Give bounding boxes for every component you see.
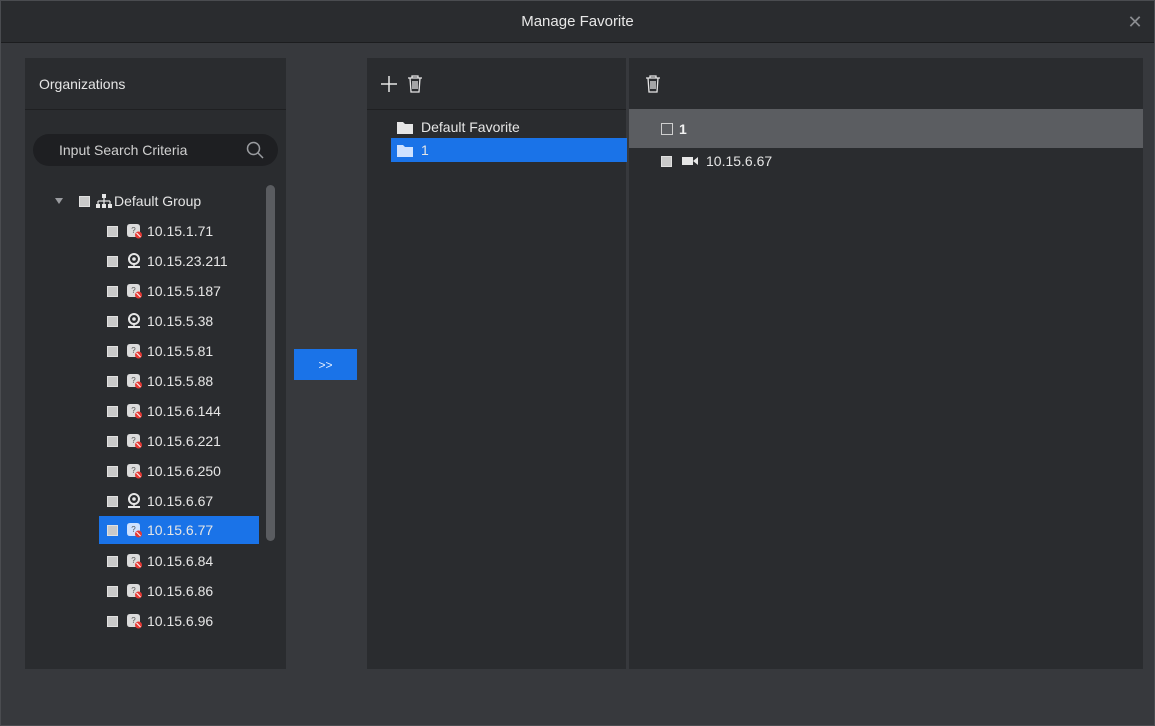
camera-offline-icon: ?: [127, 284, 142, 299]
group-label: 1: [679, 120, 687, 137]
webcam-icon: [128, 493, 140, 508]
tree-label: 10.15.5.38: [147, 313, 214, 329]
tree-label: 10.15.6.96: [147, 613, 214, 629]
add-to-favorite-button[interactable]: >>: [294, 349, 357, 380]
search-input[interactable]: [59, 142, 244, 158]
favorite-group-row[interactable]: 1: [629, 109, 1143, 148]
tree-device-row[interactable]: ? 10.15.1.71: [107, 217, 213, 245]
trash-icon[interactable]: [405, 74, 425, 94]
checkbox[interactable]: [107, 435, 118, 447]
favorite-item-1[interactable]: 1: [391, 138, 627, 162]
favorite-contents-panel: 1 10.15.6.67: [629, 58, 1143, 669]
checkbox[interactable]: [661, 155, 672, 167]
tree-device-row[interactable]: ? 10.15.6.86: [107, 577, 213, 605]
tree-scrollbar[interactable]: [266, 185, 275, 669]
close-icon[interactable]: ✕: [1126, 13, 1144, 31]
tree-device-row[interactable]: 10.15.6.67: [107, 487, 213, 515]
webcam-icon: [128, 313, 140, 328]
tree-label: 10.15.6.84: [147, 553, 214, 569]
tree-label: 10.15.6.221: [147, 433, 221, 449]
camera-offline-icon: ?: [127, 434, 142, 449]
checkbox[interactable]: [107, 615, 118, 627]
checkbox[interactable]: [107, 255, 118, 267]
tree-device-row[interactable]: ? 10.15.5.88: [107, 367, 213, 395]
device-label: 10.15.6.67: [706, 153, 773, 169]
favorite-label: Default Favorite: [421, 119, 520, 135]
checkbox[interactable]: [661, 122, 673, 135]
tree-device-row[interactable]: 10.15.23.211: [107, 247, 228, 275]
favorite-label: 1: [421, 142, 429, 158]
tree-label: 10.15.1.71: [147, 223, 214, 239]
tree-device-row[interactable]: ? 10.15.6.84: [107, 547, 213, 575]
manage-favorite-dialog: Manage Favorite ✕ Organizations Input Se…: [0, 0, 1155, 726]
tree-device-row[interactable]: 10.15.5.38: [107, 307, 213, 335]
tree-label: 10.15.23.211: [147, 253, 228, 269]
camera-offline-icon: ?: [127, 554, 142, 569]
tree-device-row[interactable]: ? 10.15.5.187: [107, 277, 221, 305]
tree-device-row[interactable]: ? 10.15.6.250: [107, 457, 221, 485]
tree-label: 10.15.5.88: [147, 373, 214, 389]
camera-offline-icon: ?: [127, 523, 142, 538]
title-bar: Manage Favorite ✕: [1, 1, 1154, 43]
checkbox[interactable]: [107, 225, 118, 237]
plus-icon[interactable]: [379, 74, 399, 94]
tree-root-default-group[interactable]: Default Group: [55, 187, 201, 215]
camera-offline-icon: ?: [127, 404, 142, 419]
checkbox[interactable]: [107, 345, 118, 357]
camera-offline-icon: ?: [127, 224, 142, 239]
search-icon[interactable]: [246, 141, 264, 159]
checkbox[interactable]: [107, 405, 118, 417]
video-camera-icon: [682, 157, 698, 165]
dialog-title: Manage Favorite: [521, 13, 634, 30]
camera-offline-icon: ?: [127, 464, 142, 479]
tree-label: 10.15.5.187: [147, 283, 221, 299]
camera-offline-icon: ?: [127, 344, 142, 359]
tree-label: 10.15.6.86: [147, 583, 214, 599]
tree-device-row[interactable]: ? 10.15.6.144: [107, 397, 221, 425]
checkbox[interactable]: [107, 585, 118, 597]
webcam-icon: [128, 253, 140, 268]
tree-device-row[interactable]: ? 10.15.5.81: [107, 337, 213, 365]
camera-offline-icon: ?: [127, 374, 142, 389]
checkbox[interactable]: [107, 315, 118, 327]
search-box[interactable]: [33, 134, 278, 166]
checkbox[interactable]: [107, 285, 118, 297]
tree-label: Default Group: [114, 193, 202, 209]
expand-arrow-icon[interactable]: [55, 198, 63, 204]
checkbox[interactable]: [107, 555, 118, 567]
trash-icon[interactable]: [643, 74, 663, 94]
tree-label: 10.15.6.77: [147, 522, 214, 538]
checkbox[interactable]: [107, 495, 118, 507]
scroll-thumb[interactable]: [266, 185, 275, 541]
checkbox[interactable]: [79, 195, 90, 207]
favorite-item-default[interactable]: Default Favorite: [391, 115, 627, 139]
tree-device-row[interactable]: ? 10.15.6.77: [99, 516, 259, 544]
tree-label: 10.15.6.67: [147, 493, 214, 509]
tree-label: 10.15.6.250: [147, 463, 221, 479]
tree-label: 10.15.5.81: [147, 343, 214, 359]
device-tree: Default Group ? 10.15.1.71 10.15.23.211? 10…: [25, 185, 265, 669]
favorites-toolbar: [367, 58, 626, 110]
tree-label: 10.15.6.144: [147, 403, 221, 419]
camera-offline-icon: ?: [127, 614, 142, 629]
contents-toolbar: [629, 58, 1143, 110]
tree-device-row[interactable]: ? 10.15.6.221: [107, 427, 221, 455]
camera-offline-icon: ?: [127, 584, 142, 599]
folder-icon: [397, 122, 413, 134]
organizations-panel: Organizations Input Search Criteria Defa…: [25, 58, 286, 669]
folder-icon: [397, 145, 413, 157]
checkbox[interactable]: [107, 375, 118, 387]
org-tree-icon: [96, 194, 112, 208]
favorites-panel: Default Favorite 1: [367, 58, 627, 669]
checkbox[interactable]: [107, 524, 118, 536]
checkbox[interactable]: [107, 465, 118, 477]
organizations-header: Organizations: [25, 58, 286, 110]
favorite-device-row[interactable]: 10.15.6.67: [661, 149, 772, 173]
tree-device-row[interactable]: ? 10.15.6.96: [107, 607, 213, 635]
